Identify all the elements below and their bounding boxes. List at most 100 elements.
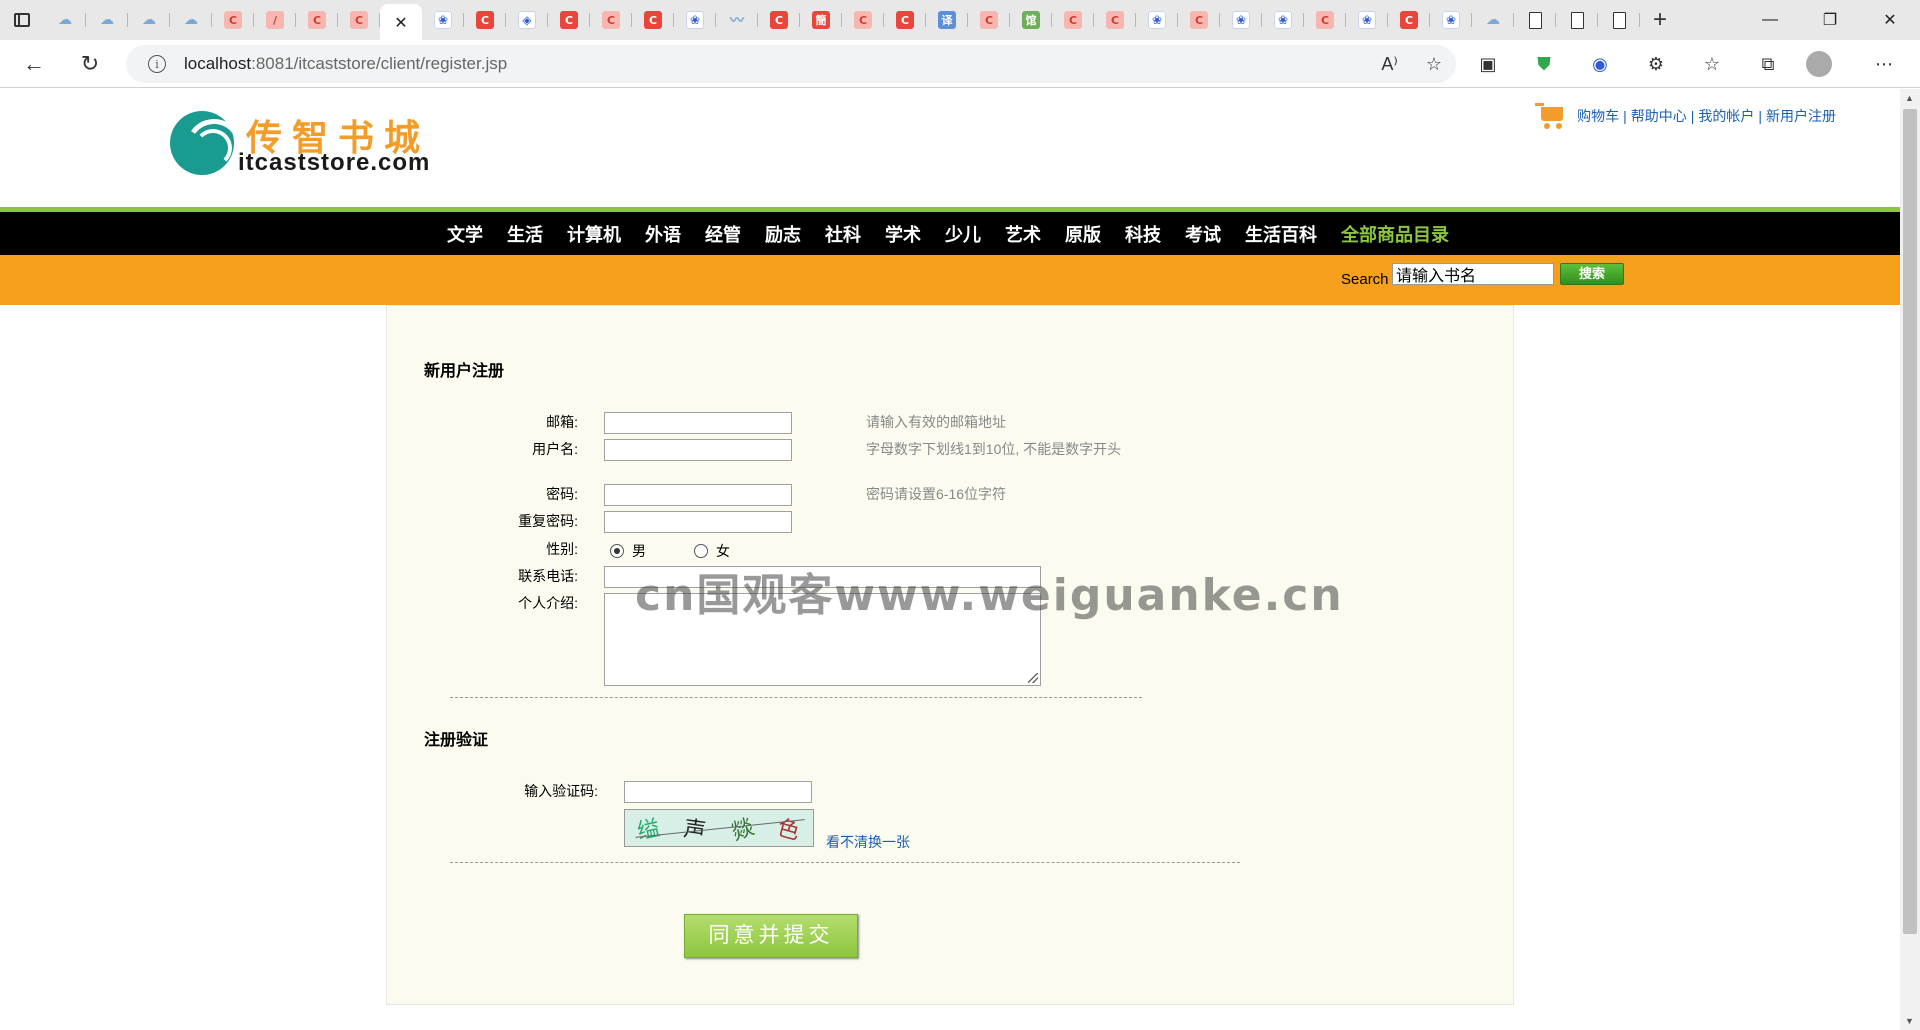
account-link[interactable]: 我的帐户 (1698, 106, 1754, 126)
nav-item[interactable]: 科技 (1125, 221, 1161, 247)
username-field[interactable] (604, 439, 792, 461)
browser-tab[interactable]: ☁ (1472, 4, 1514, 36)
search-bar: Search 搜索 (0, 255, 1900, 305)
browser-tab[interactable]: C (632, 4, 674, 36)
gender-male-radio[interactable]: 男 (610, 541, 646, 561)
browser-tab[interactable]: C (1094, 4, 1136, 36)
cloud-favicon-icon: ☁ (184, 12, 198, 28)
extensions-puzzle-icon[interactable]: ⚙ (1638, 46, 1674, 82)
vertical-scrollbar[interactable]: ▲ ▼ (1900, 89, 1920, 1030)
nav-item-all-categories[interactable]: 全部商品目录 (1341, 221, 1449, 247)
restore-button[interactable]: ❐ (1800, 0, 1860, 40)
browser-tab[interactable]: ☁ (128, 4, 170, 36)
browser-tab[interactable]: ❀ (1220, 4, 1262, 36)
browser-tab[interactable]: ❀ (1136, 4, 1178, 36)
register-link[interactable]: 新用户注册 (1766, 106, 1836, 126)
browser-tab[interactable]: ☁ (44, 4, 86, 36)
browser-tab[interactable]: C (1178, 4, 1220, 36)
browser-tab[interactable]: C (296, 4, 338, 36)
search-input[interactable] (1392, 263, 1554, 285)
cart-icon[interactable] (1535, 101, 1565, 131)
paw-favicon-icon: ❀ (434, 11, 452, 29)
browser-tab[interactable]: C (842, 4, 884, 36)
browser-tab[interactable]: ❀ (422, 4, 464, 36)
nav-item[interactable]: 计算机 (567, 221, 621, 247)
nav-item[interactable]: 考试 (1185, 221, 1221, 247)
extension-icon-1[interactable]: ▣ (1470, 46, 1506, 82)
browser-tab[interactable] (1598, 4, 1640, 36)
scroll-up-icon[interactable]: ▲ (1905, 93, 1914, 103)
add-favorite-icon[interactable]: ☆ (1426, 54, 1442, 75)
browser-tab[interactable]: 簡 (800, 4, 842, 36)
scroll-down-icon[interactable]: ▼ (1905, 1016, 1914, 1026)
shield-extension-icon[interactable]: ⛊ (1526, 46, 1562, 82)
browser-tab[interactable]: C (1304, 4, 1346, 36)
active-tab-close-button[interactable]: ✕ (380, 4, 422, 40)
site-info-icon[interactable]: i (148, 55, 166, 73)
nav-item[interactable]: 文学 (447, 221, 483, 247)
browser-tab[interactable]: 译 (926, 4, 968, 36)
nav-item[interactable]: 原版 (1065, 221, 1101, 247)
nav-item[interactable]: 生活百科 (1245, 221, 1317, 247)
nav-item[interactable]: 社科 (825, 221, 861, 247)
reload-button[interactable]: ↻ (66, 40, 114, 88)
browser-tab[interactable]: C (968, 4, 1010, 36)
profile-avatar[interactable] (1806, 51, 1832, 77)
email-field[interactable] (604, 412, 792, 434)
minimize-button[interactable]: — (1740, 0, 1800, 40)
submit-button[interactable]: 同意并提交 (684, 914, 858, 958)
browser-tab[interactable]: 〰 (716, 4, 758, 36)
browser-tab[interactable]: C (212, 4, 254, 36)
cart-link[interactable]: 购物车 (1577, 106, 1619, 126)
username-hint: 字母数字下划线1到10位, 不能是数字开头 (866, 441, 1122, 457)
close-window-button[interactable]: ✕ (1860, 0, 1920, 40)
browser-tab[interactable]: C (338, 4, 380, 36)
nav-item[interactable]: 艺术 (1005, 221, 1041, 247)
browser-tab[interactable]: C (1388, 4, 1430, 36)
browser-tab[interactable]: ☁ (86, 4, 128, 36)
browser-tab[interactable]: ◈ (506, 4, 548, 36)
new-tab-button[interactable]: + (1640, 0, 1680, 40)
captcha-image[interactable]: 缢 声 燚 色 (624, 809, 814, 847)
tab-actions-button[interactable] (0, 0, 44, 40)
more-menu-icon[interactable]: ⋯ (1866, 46, 1902, 82)
browser-tab[interactable]: 馆 (1010, 4, 1052, 36)
gender-female-radio[interactable]: 女 (694, 541, 730, 561)
captcha-refresh-link[interactable]: 看不清换一张 (826, 832, 910, 852)
browser-tab[interactable]: C (548, 4, 590, 36)
browser-tab[interactable]: C (1052, 4, 1094, 36)
back-button[interactable]: ← (10, 40, 58, 88)
site-logo[interactable]: 传智书城 itcaststore.com (170, 107, 430, 177)
browser-tab[interactable]: ☁ (170, 4, 212, 36)
browser-tab[interactable] (1556, 4, 1598, 36)
password-field[interactable] (604, 484, 792, 506)
captcha-input[interactable] (624, 781, 812, 803)
favorites-icon[interactable]: ☆ (1694, 46, 1730, 82)
extension-icon-3[interactable]: ◉ (1582, 46, 1618, 82)
browser-tab[interactable]: ❀ (674, 4, 716, 36)
search-button[interactable]: 搜索 (1560, 263, 1624, 285)
nav-item[interactable]: 生活 (507, 221, 543, 247)
browser-tab[interactable]: C (758, 4, 800, 36)
url-text[interactable]: localhost:8081/itcaststore/client/regist… (184, 54, 507, 74)
nav-item[interactable]: 励志 (765, 221, 801, 247)
nav-item[interactable]: 学术 (885, 221, 921, 247)
help-link[interactable]: 帮助中心 (1631, 106, 1687, 126)
repassword-field[interactable] (604, 511, 792, 533)
url-box[interactable]: i localhost:8081/itcaststore/client/regi… (126, 45, 1456, 83)
browser-tab[interactable]: ❀ (1262, 4, 1304, 36)
browser-tab[interactable]: C (884, 4, 926, 36)
browser-tab[interactable]: C (464, 4, 506, 36)
collections-icon[interactable]: ⧉ (1750, 46, 1786, 82)
browser-tab[interactable] (1514, 4, 1556, 36)
scrollbar-thumb[interactable] (1903, 109, 1917, 934)
resize-grip-icon[interactable] (1028, 673, 1038, 683)
nav-item[interactable]: 外语 (645, 221, 681, 247)
browser-tab[interactable]: ❀ (1346, 4, 1388, 36)
nav-item[interactable]: 经管 (705, 221, 741, 247)
browser-tab[interactable]: C (590, 4, 632, 36)
browser-tab[interactable]: / (254, 4, 296, 36)
browser-tab[interactable]: ❀ (1430, 4, 1472, 36)
nav-item[interactable]: 少儿 (945, 221, 981, 247)
read-aloud-icon[interactable]: A⁾ (1381, 54, 1397, 75)
